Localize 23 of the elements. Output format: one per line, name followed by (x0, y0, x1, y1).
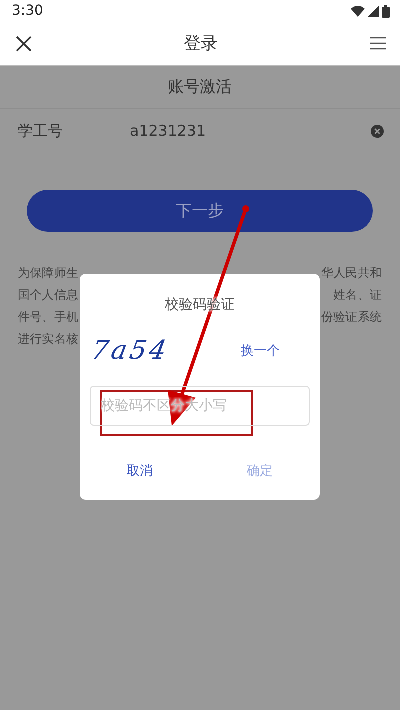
notice-text: 华人民共和 (322, 264, 382, 282)
menu-icon[interactable] (370, 37, 386, 50)
clear-icon[interactable] (371, 124, 384, 138)
page-title: 登录 (184, 33, 218, 55)
signal-icon (368, 6, 379, 16)
cancel-button[interactable]: 取消 (117, 458, 163, 484)
notice-text: 姓名、证 (334, 286, 382, 304)
notice-text: 份验证系统 (322, 308, 382, 326)
section-title: 账号激活 (168, 76, 232, 98)
captcha-image: 7a54 (89, 336, 172, 366)
id-field[interactable]: a1231231 (130, 122, 371, 140)
notice-text: 为保障师生 (18, 264, 78, 282)
wifi-icon (351, 6, 365, 16)
notice-text: 进行实名核 (18, 330, 78, 348)
battery-icon (382, 4, 390, 18)
notice-text: 国个人信息 (18, 286, 78, 304)
refresh-link[interactable]: 换一个 (241, 342, 280, 360)
field-label: 学工号 (18, 122, 64, 140)
notice-text: 件号、手机 (18, 308, 78, 326)
next-button[interactable]: 下一步 (27, 190, 373, 232)
close-icon[interactable] (16, 36, 32, 52)
confirm-button[interactable]: 确定 (237, 458, 283, 484)
clock: 3:30 (12, 3, 44, 19)
